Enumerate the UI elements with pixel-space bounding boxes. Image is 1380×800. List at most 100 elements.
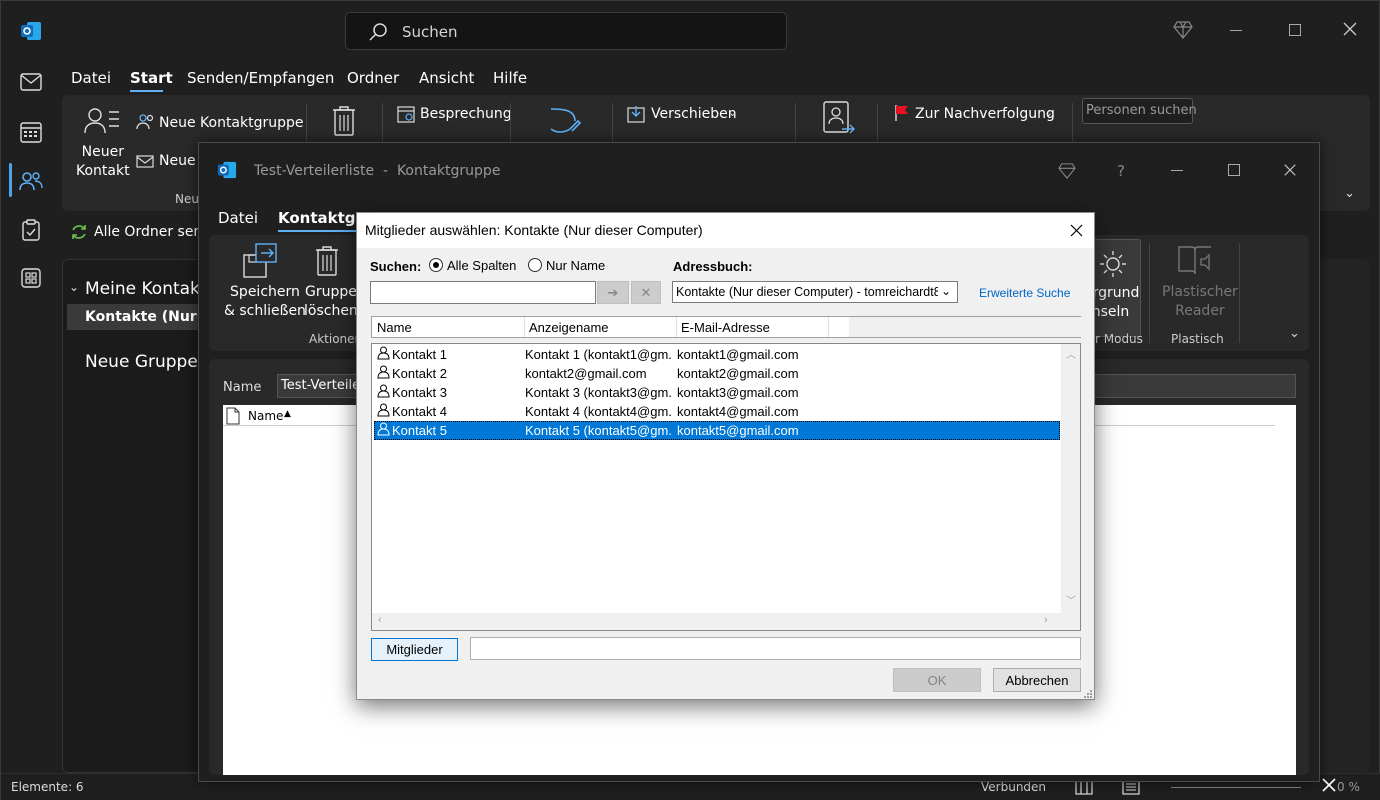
advanced-search-link[interactable]: Erweiterte Suche [979,286,1070,300]
addressbook-select[interactable]: Kontakte (Nur dieser Computer) - tomreic… [672,281,958,303]
premium-diamond-icon[interactable] [1058,163,1076,179]
contact-row[interactable]: Kontakt 2 kontakt2@gmail.com kontakt2@gm… [374,364,1060,383]
contact-email: kontakt1@gmail.com [677,347,799,362]
chevron-down-icon[interactable]: ⌄ [1044,106,1053,119]
share-arrow-icon[interactable] [548,105,584,137]
maximize-icon[interactable] [1289,24,1301,36]
ribbon-expand-chevron-icon[interactable]: ⌄ [1344,186,1355,201]
delete-group-icon [315,245,339,277]
addressbook-value: Kontakte (Nur dieser Computer) - tomreic… [676,285,938,299]
move-button[interactable]: Verschieben [651,106,737,122]
delete-icon[interactable] [332,105,356,137]
members-input[interactable] [470,637,1081,660]
folder-item-selected[interactable]: Kontakte (Nur di [67,304,216,330]
followup-button[interactable]: Zur Nachverfolgung [915,106,1055,122]
send-all-button[interactable]: Alle Ordner send [94,224,211,240]
scroll-up-icon[interactable]: ︿ [1066,346,1076,361]
column-divider[interactable] [524,317,525,337]
ribbon-divider [1149,243,1150,343]
help-icon[interactable]: ? [1117,162,1125,180]
members-button[interactable]: Mitglieder [371,638,458,661]
close-icon[interactable] [1070,224,1083,237]
meeting-button[interactable]: Besprechung [420,106,512,122]
group-label-immersive: Plastisch [1171,332,1224,346]
column-divider[interactable] [676,317,677,337]
immersive-reader-button[interactable]: Plastischer Reader [1162,283,1238,321]
mail-icon[interactable] [16,67,46,97]
select-members-dialog: Mitglieder auswählen: Kontakte (Nur dies… [356,212,1095,700]
people-icon[interactable] [16,166,46,196]
person-icon [377,365,390,379]
scroll-down-icon[interactable]: ﹀ [1066,592,1076,607]
contact-row[interactable]: Kontakt 4 Kontakt 4 (kontakt4@gm... kont… [374,402,1060,421]
minimize-icon[interactable] [1230,30,1242,31]
save-close-button[interactable]: Speichern & schließen [224,283,306,321]
tab-datei[interactable]: Datei [218,209,258,227]
sort-ascending-icon: ▲ [284,409,291,419]
search-input[interactable] [370,281,596,304]
minimize-icon[interactable] [1171,170,1183,171]
person-icon [377,346,390,360]
immersive-reader-icon [1177,243,1213,279]
search-box[interactable]: Suchen [345,12,787,50]
premium-diamond-icon[interactable] [1173,21,1193,39]
new-contact-group-button[interactable]: Neue Kontaktgruppe [159,115,304,131]
folder-item-label: Kontakte (Nur di [85,309,217,325]
resize-grip-icon[interactable] [1083,689,1093,699]
horizontal-scrollbar[interactable]: ‹ › [372,613,1061,630]
column-header-email[interactable]: E-Mail-Adresse [681,320,770,335]
radio-all-columns-label: Alle Spalten [447,258,517,273]
radio-name-only[interactable] [528,258,542,272]
column-divider[interactable] [828,317,829,337]
contact-row[interactable]: Kontakt 3 Kontakt 3 (kontakt3@gm... kont… [374,383,1060,402]
menu-ansicht[interactable]: Ansicht [419,69,474,87]
column-header-name[interactable]: Name [377,320,412,335]
apps-icon[interactable] [16,263,46,293]
new-contact-button[interactable]: Neuer Kontakt [76,143,130,181]
scroll-left-icon[interactable]: ‹ [378,614,382,626]
contact-email: kontakt5@gmail.com [677,423,799,438]
contact-name: Kontakt 3 [392,385,447,400]
vertical-scrollbar[interactable]: ︿ ﹀ [1061,344,1080,613]
zoom-slider[interactable] [1171,787,1301,788]
contact-list[interactable]: Kontakt 1 Kontakt 1 (kontakt1@gm... kont… [371,343,1081,631]
calendar-icon[interactable] [16,117,46,147]
column-header-name[interactable]: Name [248,409,283,423]
menu-start[interactable]: Start [130,69,173,87]
contact-row-selected[interactable]: Kontakt 5 Kontakt 5 (kontakt5@gm... kont… [374,421,1060,440]
menu-datei[interactable]: Datei [71,69,111,87]
contact-email: kontakt2@gmail.com [677,366,799,381]
tasks-icon[interactable] [16,215,46,245]
close-icon[interactable] [1283,163,1297,177]
group-label-neu: Neu [175,192,199,206]
person-icon [377,403,390,417]
delete-group-button[interactable]: Gruppe löschen [304,283,358,321]
new-group-item[interactable]: Neue Gruppe [85,352,198,372]
outlook-logo-icon [16,16,46,46]
ok-button[interactable]: OK [893,668,981,692]
person-icon [377,384,390,398]
dialog-title: Mitglieder auswählen: Kontakte (Nur dies… [365,222,703,238]
maximize-icon[interactable] [1228,164,1240,176]
menu-hilfe[interactable]: Hilfe [493,69,527,87]
person-icon [377,422,390,436]
chevron-down-icon[interactable]: ⌄ [728,106,737,119]
menu-senden-empfangen[interactable]: Senden/Empfangen [187,69,334,87]
close-icon[interactable] [1342,21,1358,37]
radio-all-columns[interactable] [429,258,443,272]
ribbon-expand-chevron-icon[interactable]: ⌄ [1289,326,1300,341]
find-people-input[interactable]: Personen suchen [1082,98,1197,124]
chevron-down-icon[interactable]: ⌄ [69,280,79,294]
close-x-icon[interactable] [1322,778,1336,792]
cancel-button[interactable]: Abbrechen [993,668,1081,692]
addressbook-label: Adressbuch: [673,259,753,274]
ribbon-divider [1239,243,1240,343]
column-header-display[interactable]: Anzeigename [529,320,609,335]
clear-search-button[interactable]: ✕ [631,281,661,304]
flag-icon [894,104,910,122]
contact-row[interactable]: Kontakt 1 Kontakt 1 (kontakt1@gm... kont… [374,345,1060,364]
assign-contact-icon[interactable] [822,101,856,137]
go-arrow-button[interactable]: ➔ [597,281,629,304]
scroll-right-icon[interactable]: › [1044,614,1048,626]
menu-ordner[interactable]: Ordner [347,69,399,87]
